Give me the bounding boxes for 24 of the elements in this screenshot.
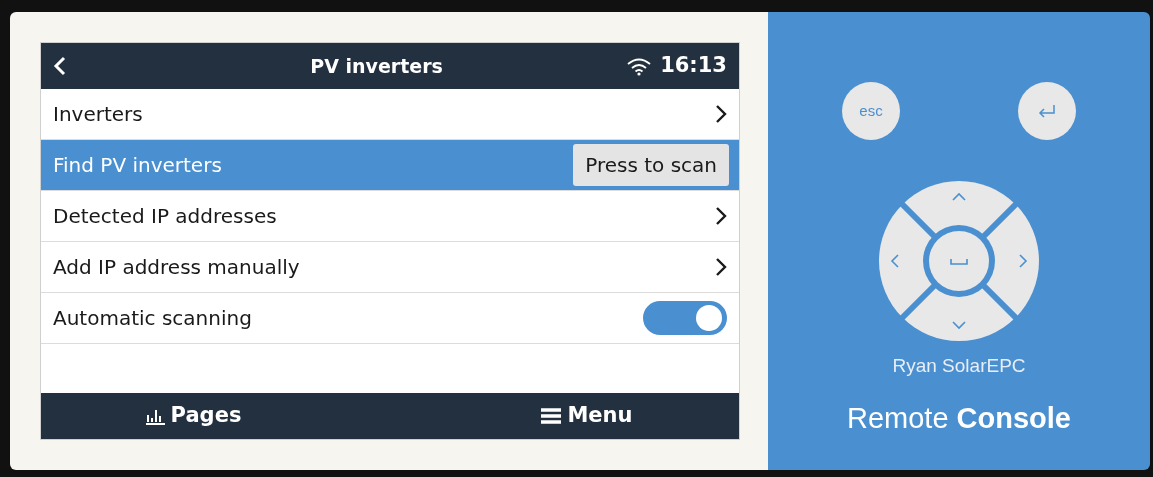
menu-icon bbox=[541, 407, 562, 425]
row-label: Find PV inverters bbox=[53, 152, 223, 179]
remote-console-logo: Remote Console bbox=[847, 400, 1071, 436]
menu-button[interactable]: Menu bbox=[375, 393, 739, 439]
chevron-right-icon bbox=[715, 104, 727, 124]
enter-button[interactable] bbox=[1018, 82, 1076, 140]
row-label: Detected IP addresses bbox=[53, 203, 278, 230]
scan-button[interactable]: Press to scan bbox=[573, 144, 729, 186]
return-icon bbox=[1036, 103, 1058, 119]
wifi-icon bbox=[626, 56, 653, 76]
chevron-right-icon bbox=[715, 206, 727, 226]
back-icon[interactable] bbox=[53, 55, 67, 77]
row-label: Automatic scanning bbox=[53, 305, 253, 332]
chevron-right-icon bbox=[715, 257, 727, 277]
bar-chart-icon bbox=[144, 407, 165, 425]
clock-time: 16:13 bbox=[660, 52, 727, 80]
dpad-drawing[interactable] bbox=[878, 180, 1040, 342]
device-name: Ryan SolarEPC bbox=[892, 354, 1026, 378]
page-title: PV inverters bbox=[309, 53, 444, 79]
toggle-switch[interactable] bbox=[643, 301, 727, 335]
pages-button[interactable]: Pages bbox=[41, 393, 375, 439]
row-label: Inverters bbox=[53, 101, 144, 128]
menu-row[interactable]: Find PV inverters Press to scan bbox=[41, 140, 739, 191]
row-label: Add IP address manually bbox=[53, 254, 301, 281]
